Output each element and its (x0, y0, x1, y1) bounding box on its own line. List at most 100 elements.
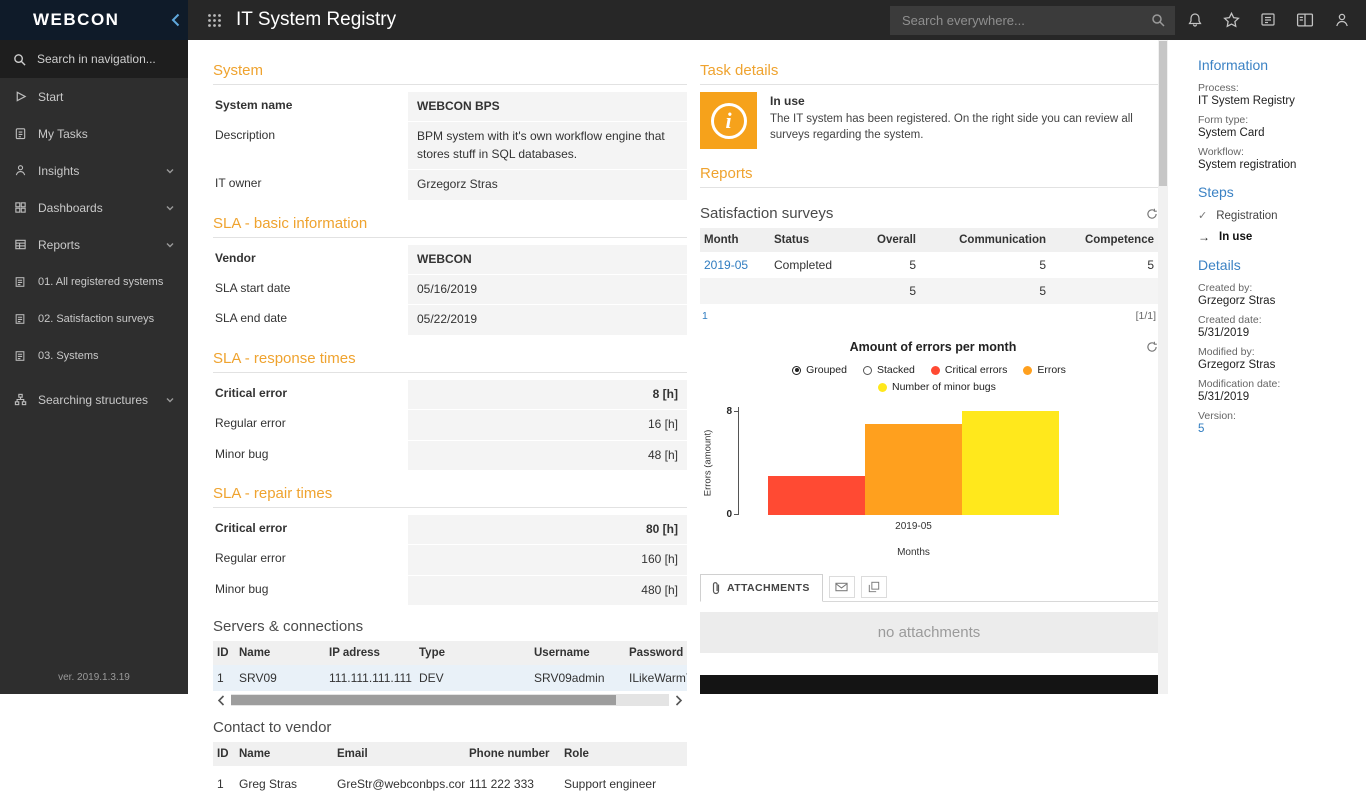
survey-month-link[interactable]: 2019-05 (700, 252, 770, 278)
chevron-down-icon[interactable] (165, 240, 175, 250)
feedback-notepad-icon[interactable] (1260, 12, 1276, 28)
global-search-input[interactable] (900, 12, 1151, 29)
user-profile-icon[interactable] (1334, 12, 1350, 28)
field-label: Critical error (213, 380, 408, 409)
field-row: Description BPM system with it's own wor… (213, 122, 687, 169)
paperclip-icon (711, 581, 721, 595)
version-link[interactable]: 5 (1198, 423, 1358, 435)
email-attachment-button[interactable] (829, 576, 855, 598)
chart-mode-grouped[interactable]: Grouped (792, 364, 847, 376)
field-label: SLA end date (213, 305, 408, 334)
chevron-down-icon[interactable] (165, 203, 175, 213)
field-value: 160 [h] (408, 545, 687, 574)
global-search[interactable] (890, 6, 1175, 35)
sidebar-item-label: Start (38, 90, 63, 104)
collapsed-section-bar[interactable] (700, 675, 1158, 694)
chart-mode-stacked[interactable]: Stacked (863, 364, 915, 376)
sidebar-item-reports[interactable]: Reports (0, 226, 188, 263)
attachments-tab-label: ATTACHMENTS (727, 582, 810, 594)
table-row[interactable]: 2019-05 Completed 5 5 5 (700, 252, 1158, 278)
sidebar-item-dashboards[interactable]: Dashboards (0, 189, 188, 226)
sidebar-item-label: Searching structures (38, 393, 148, 407)
refresh-icon[interactable] (1146, 341, 1158, 353)
sidebar-item-my-tasks[interactable]: My Tasks (0, 115, 188, 152)
notifications-bell-icon[interactable] (1187, 12, 1203, 28)
table-row[interactable]: 1 Greg Stras GreStr@webconbps.com 111 22… (213, 766, 687, 799)
table-row[interactable]: 1 SRV09 111.111.111.111 DEV SRV09admin I… (213, 665, 687, 691)
current-step-arrow-icon (1198, 230, 1210, 244)
main-scrollbar[interactable] (1158, 40, 1168, 694)
knowledge-base-book-icon[interactable] (1296, 12, 1314, 28)
sidebar-item-label: Insights (38, 164, 79, 178)
legend-dot-icon (878, 383, 887, 392)
y-axis-label: Errors (amount) (703, 430, 714, 497)
sidebar-item-all-registered-systems[interactable]: 01. All registered systems (0, 263, 188, 300)
task-status-box: In use The IT system has been registered… (700, 92, 1158, 149)
sidebar-search-input[interactable] (35, 51, 194, 67)
field-value: 48 [h] (408, 441, 687, 470)
check-icon (1198, 209, 1207, 222)
field-label: Critical error (213, 515, 408, 544)
radio-icon[interactable] (863, 366, 872, 375)
servers-table-header: ID Name IP adress Type Username Password (213, 641, 687, 665)
field-row: Regular error 16 [h] (213, 410, 687, 439)
legend-dot-icon (1023, 366, 1032, 375)
page-info: [1/1] (1136, 310, 1156, 322)
step-registration: Registration (1198, 209, 1358, 222)
report-icon (13, 276, 27, 288)
y-tick: 0 (716, 509, 732, 520)
sidebar-item-satisfaction-surveys[interactable]: 02. Satisfaction surveys (0, 300, 188, 337)
scroll-right-icon[interactable] (671, 695, 687, 706)
field-value: 05/22/2019 (408, 305, 687, 334)
app-version: ver. 2019.1.3.19 (0, 672, 188, 683)
sidebar-search[interactable] (0, 40, 188, 78)
webcon-logo: WEBCON (33, 10, 119, 30)
summary-row: 5 5 (700, 278, 1158, 304)
x-axis-label: Months (768, 547, 1059, 558)
copy-attachment-button[interactable] (861, 576, 887, 598)
sidebar-item-label: 03. Systems (38, 350, 99, 362)
sidebar-item-start[interactable]: Start (0, 78, 188, 115)
steps-section: Steps Registration In use (1198, 184, 1358, 244)
horizontal-scrollbar[interactable] (213, 693, 687, 707)
hscroll-thumb[interactable] (231, 695, 616, 705)
main-content: System System name WEBCON BPS Descriptio… (188, 40, 1158, 694)
surveys-title: Satisfaction surveys (700, 205, 833, 222)
radio-icon[interactable] (792, 366, 801, 375)
field-value: 16 [h] (408, 410, 687, 439)
sidebar-item-insights[interactable]: Insights (0, 152, 188, 189)
sidebar-item-systems[interactable]: 03. Systems (0, 337, 188, 374)
favorites-star-icon[interactable] (1223, 12, 1240, 28)
my-tasks-icon (13, 127, 27, 140)
sidebar-collapse-icon[interactable] (171, 13, 180, 27)
chart-bars (768, 411, 1059, 515)
refresh-icon[interactable] (1146, 208, 1158, 220)
steps-title: Steps (1198, 184, 1358, 200)
details-title: Details (1198, 257, 1358, 273)
field-row: Regular error 160 [h] (213, 545, 687, 574)
panel-field: Modified by: Grzegorz Stras (1198, 346, 1358, 371)
legend-minor-bugs: Number of minor bugs (878, 381, 996, 393)
field-label: Regular error (213, 410, 408, 439)
field-label: Minor bug (213, 576, 408, 605)
scrollbar-thumb[interactable] (1159, 41, 1167, 186)
page-title: IT System Registry (236, 9, 396, 31)
legend-dot-icon (931, 366, 940, 375)
chevron-down-icon[interactable] (165, 395, 175, 405)
panel-field-version: Version: 5 (1198, 410, 1358, 435)
scroll-left-icon[interactable] (213, 695, 229, 706)
search-icon (13, 53, 26, 66)
chevron-down-icon[interactable] (165, 166, 175, 176)
contact-table-header: ID Name Email Phone number Role (213, 742, 687, 766)
sidebar-item-label: Dashboards (38, 201, 103, 215)
hscroll-track[interactable] (231, 694, 669, 706)
task-status-text: The IT system has been registered. On th… (770, 111, 1158, 143)
field-label: SLA start date (213, 275, 408, 304)
sidebar-item-searching-structures[interactable]: Searching structures (0, 381, 188, 418)
sidebar-item-label: My Tasks (38, 127, 88, 141)
page-number[interactable]: 1 (702, 310, 708, 322)
attachments-tab[interactable]: ATTACHMENTS (700, 574, 823, 602)
field-row: SLA start date 05/16/2019 (213, 275, 687, 304)
surveys-table-header: Month Status Overall Communication Compe… (700, 228, 1158, 252)
app-launcher-icon[interactable] (207, 13, 222, 28)
